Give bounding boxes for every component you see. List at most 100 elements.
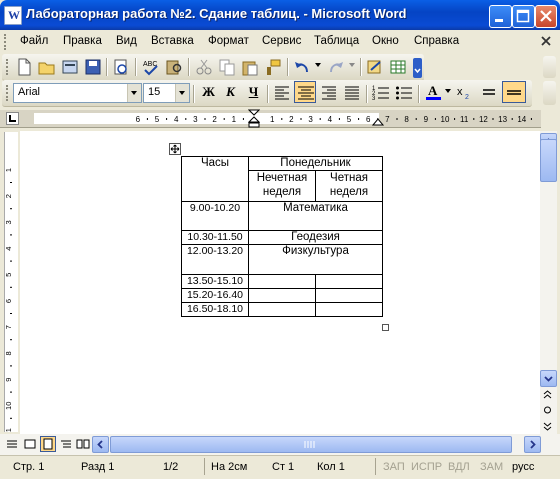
table-header-monday[interactable]: Понедельник bbox=[248, 156, 383, 171]
underline-button[interactable]: Ч bbox=[243, 81, 264, 102]
print-layout-view-button[interactable] bbox=[40, 436, 56, 452]
previous-page-icon[interactable] bbox=[543, 390, 552, 399]
print-layout-icon bbox=[43, 438, 53, 450]
insert-hyperlink-icon[interactable] bbox=[366, 58, 384, 76]
toolbar-overflow-button[interactable] bbox=[543, 81, 556, 105]
tab-selector[interactable] bbox=[6, 112, 19, 125]
menu-help[interactable]: Справка bbox=[414, 35, 459, 47]
normal-view-icon[interactable] bbox=[6, 438, 18, 450]
table-cell-time[interactable]: 13.50-15.10 bbox=[181, 274, 249, 289]
table-cell-time[interactable]: 15.20-16.40 bbox=[181, 288, 249, 303]
toolbar-overflow-button[interactable] bbox=[543, 56, 556, 78]
browse-buttons[interactable] bbox=[540, 389, 555, 433]
menu-insert[interactable]: Вставка bbox=[151, 35, 194, 47]
bold-button[interactable]: Ж bbox=[198, 81, 219, 102]
table-header-odd-week[interactable]: Нечетная неделя bbox=[248, 170, 316, 202]
table-header-hours[interactable]: Часы bbox=[181, 156, 249, 202]
insert-excel-table-icon[interactable] bbox=[389, 58, 407, 76]
subscript-icon[interactable]: x2 bbox=[456, 83, 474, 101]
web-layout-view-icon[interactable] bbox=[24, 438, 36, 450]
menu-table[interactable]: Таблица bbox=[314, 35, 359, 47]
table-cell-subject[interactable]: Физкультура bbox=[248, 244, 383, 275]
undo-dropdown-arrow[interactable] bbox=[315, 63, 321, 70]
status-overtype[interactable]: ЗАМ bbox=[480, 461, 503, 473]
table-cell-odd[interactable] bbox=[248, 302, 316, 317]
table-cell-subject[interactable]: Геодезия bbox=[248, 230, 383, 245]
align-center-button[interactable] bbox=[294, 81, 316, 103]
paste-icon[interactable] bbox=[241, 58, 259, 76]
scroll-thumb[interactable] bbox=[540, 139, 557, 182]
reading-layout-icon[interactable] bbox=[76, 438, 90, 450]
redo-icon[interactable] bbox=[327, 58, 345, 76]
open-folder-icon[interactable] bbox=[38, 58, 56, 76]
status-track-changes[interactable]: ИСПР bbox=[411, 461, 442, 473]
table-cell-even[interactable] bbox=[315, 288, 383, 303]
font-color-dropdown-arrow[interactable] bbox=[445, 89, 451, 96]
format-painter-icon[interactable] bbox=[264, 58, 282, 76]
minimize-button[interactable] bbox=[489, 5, 512, 28]
menu-format[interactable]: Формат bbox=[208, 35, 249, 47]
select-browse-object-icon[interactable] bbox=[544, 406, 551, 414]
status-record-macro[interactable]: ЗАП bbox=[383, 461, 405, 473]
toolbar-grip[interactable] bbox=[6, 59, 11, 75]
table-header-even-week[interactable]: Четная неделя bbox=[315, 170, 383, 202]
table-cell-odd[interactable] bbox=[248, 288, 316, 303]
word-app-icon[interactable]: W bbox=[4, 6, 22, 25]
horizontal-scroll-thumb[interactable] bbox=[110, 436, 512, 453]
font-size-dropdown[interactable]: 15 bbox=[143, 83, 190, 103]
table-resize-handle[interactable] bbox=[382, 324, 389, 331]
status-language[interactable]: русс bbox=[512, 461, 534, 473]
save-icon[interactable] bbox=[84, 58, 102, 76]
menu-window[interactable]: Окно bbox=[372, 35, 399, 47]
strikethrough-icon[interactable] bbox=[480, 83, 498, 101]
schedule-table[interactable]: Часы Понедельник Нечетная неделя Четная … bbox=[181, 156, 383, 317]
spelling-check-icon[interactable]: ABC bbox=[142, 58, 160, 76]
table-cell-time[interactable]: 10.30-11.50 bbox=[181, 230, 249, 245]
cut-icon[interactable] bbox=[195, 58, 213, 76]
chevron-down-icon[interactable] bbox=[175, 84, 189, 102]
menu-tools[interactable]: Сервис bbox=[262, 35, 301, 47]
table-cell-odd[interactable] bbox=[248, 274, 316, 289]
undo-icon[interactable] bbox=[293, 58, 311, 76]
right-indent-marker-icon[interactable] bbox=[372, 112, 384, 126]
table-cell-subject[interactable]: Математика bbox=[248, 201, 383, 231]
outline-view-icon[interactable] bbox=[60, 438, 72, 450]
close-document-button[interactable] bbox=[540, 34, 552, 48]
table-cell-time[interactable]: 16.50-18.10 bbox=[181, 302, 249, 317]
new-document-icon[interactable] bbox=[15, 58, 33, 76]
status-extend-selection[interactable]: ВДЛ bbox=[448, 461, 470, 473]
table-cell-time[interactable]: 12.00-13.20 bbox=[181, 244, 249, 275]
italic-button[interactable]: К bbox=[220, 81, 241, 102]
scroll-left-button[interactable] bbox=[92, 436, 109, 453]
highlight-button[interactable] bbox=[502, 81, 526, 103]
menu-view[interactable]: Вид bbox=[116, 35, 137, 47]
scroll-down-button[interactable] bbox=[540, 370, 557, 387]
menu-file[interactable]: Файл bbox=[20, 35, 48, 47]
indent-markers-icon[interactable] bbox=[248, 109, 260, 129]
redo-dropdown-arrow[interactable] bbox=[349, 63, 355, 70]
scroll-right-button[interactable] bbox=[524, 436, 541, 453]
toolbar-options-button[interactable] bbox=[413, 58, 422, 78]
research-icon[interactable] bbox=[165, 58, 183, 76]
chevron-down-icon[interactable] bbox=[127, 84, 141, 102]
toolbar-grip[interactable] bbox=[6, 85, 11, 101]
justify-icon[interactable] bbox=[343, 83, 361, 101]
close-button[interactable] bbox=[535, 5, 557, 28]
menu-grip[interactable] bbox=[4, 34, 9, 50]
maximize-button[interactable] bbox=[512, 5, 535, 28]
copy-icon[interactable] bbox=[218, 58, 236, 76]
numbered-list-icon[interactable]: 123 bbox=[372, 83, 390, 101]
table-cell-even[interactable] bbox=[315, 274, 383, 289]
menu-edit[interactable]: Правка bbox=[63, 35, 102, 47]
table-cell-even[interactable] bbox=[315, 302, 383, 317]
table-move-handle-icon[interactable] bbox=[169, 143, 181, 155]
next-page-icon[interactable] bbox=[543, 422, 552, 431]
bulleted-list-icon[interactable] bbox=[395, 83, 413, 101]
print-preview-icon[interactable] bbox=[112, 58, 130, 76]
font-name-dropdown[interactable]: Arial bbox=[13, 83, 142, 103]
permissions-icon[interactable] bbox=[61, 58, 79, 76]
table-cell-time[interactable]: 9.00-10.20 bbox=[181, 201, 249, 231]
font-color-icon[interactable]: A bbox=[424, 82, 442, 100]
align-left-icon[interactable] bbox=[273, 83, 291, 101]
align-right-icon[interactable] bbox=[320, 83, 338, 101]
